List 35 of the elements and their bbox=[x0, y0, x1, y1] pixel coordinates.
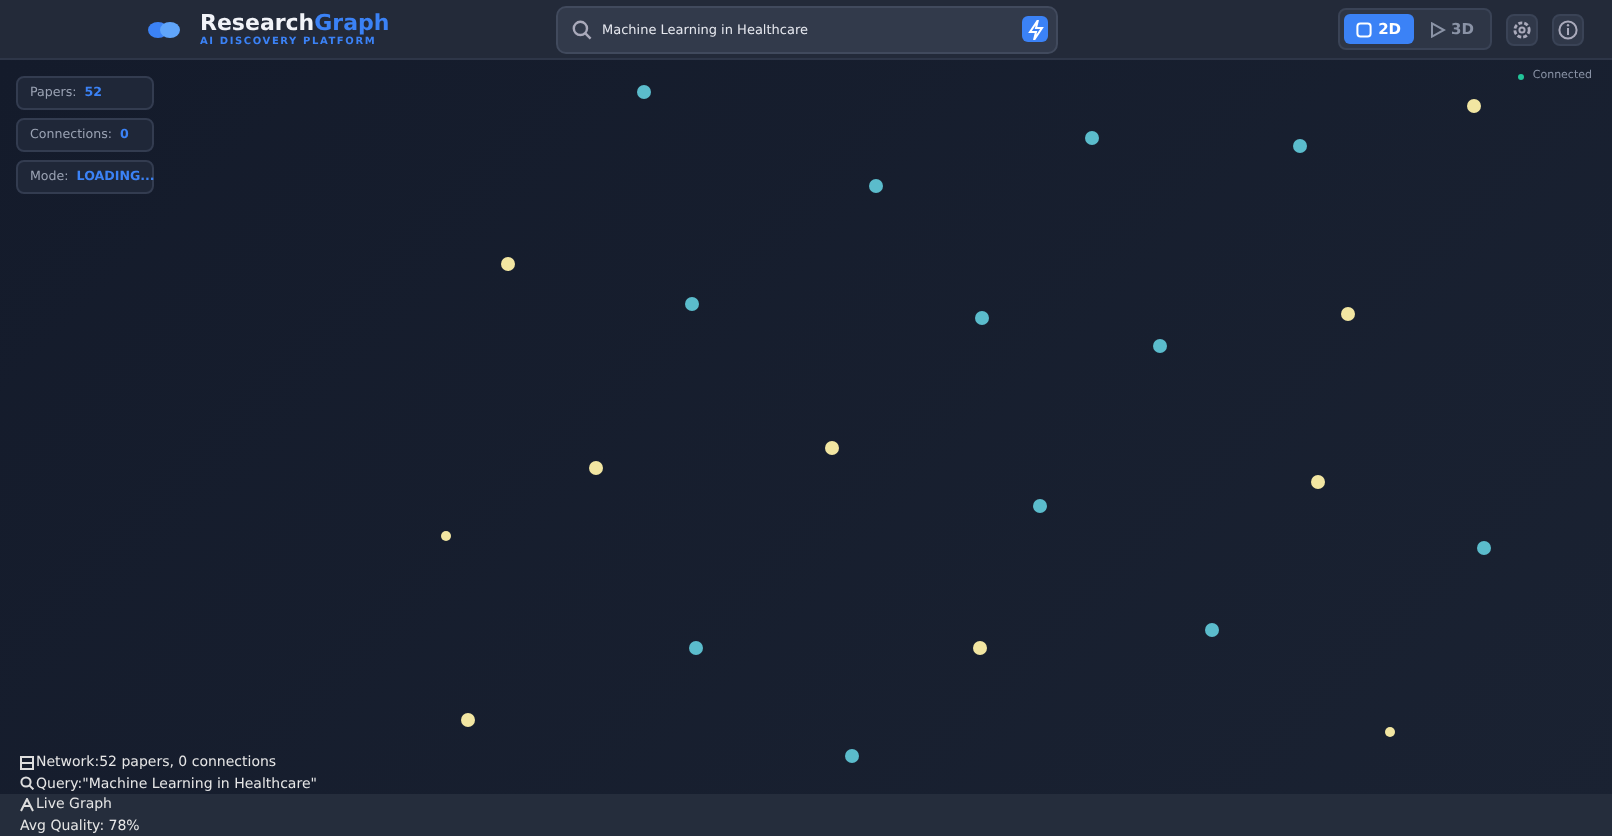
search-icon bbox=[20, 776, 34, 791]
graph-node[interactable] bbox=[461, 713, 475, 727]
graph-node[interactable] bbox=[589, 461, 603, 475]
play-icon bbox=[1429, 21, 1446, 37]
database-icon bbox=[20, 755, 34, 770]
graph-node[interactable] bbox=[825, 441, 839, 455]
settings-icon bbox=[1512, 19, 1532, 39]
graph-node[interactable] bbox=[501, 257, 515, 271]
graph-node[interactable] bbox=[1293, 139, 1307, 153]
logo-icon bbox=[148, 19, 180, 39]
graph-node[interactable] bbox=[1033, 499, 1047, 513]
graph-node[interactable] bbox=[689, 641, 703, 655]
graph-node[interactable] bbox=[1467, 99, 1481, 113]
square-icon bbox=[1356, 21, 1373, 37]
info-button[interactable] bbox=[1552, 13, 1584, 45]
lightning-icon bbox=[1025, 19, 1045, 39]
graph-node[interactable] bbox=[1311, 475, 1325, 489]
brand-name: ResearchGraph bbox=[200, 10, 390, 36]
info-icon bbox=[1558, 19, 1578, 39]
graph-node[interactable] bbox=[1205, 623, 1219, 637]
graph-node[interactable] bbox=[845, 749, 859, 763]
graph-node[interactable] bbox=[685, 297, 699, 311]
graph-node[interactable] bbox=[869, 179, 883, 193]
settings-button[interactable] bbox=[1506, 13, 1538, 45]
graph-node[interactable] bbox=[1477, 541, 1491, 555]
generate-button[interactable] bbox=[1022, 16, 1048, 42]
search-icon bbox=[572, 19, 592, 39]
graph-node[interactable] bbox=[1085, 131, 1099, 145]
graph-node[interactable] bbox=[441, 531, 451, 541]
graph-node[interactable] bbox=[1385, 727, 1395, 737]
graph-node[interactable] bbox=[1153, 339, 1167, 353]
graph-node[interactable] bbox=[975, 311, 989, 325]
graph-node[interactable] bbox=[637, 85, 651, 99]
graph-node[interactable] bbox=[973, 641, 987, 655]
graph-node[interactable] bbox=[1341, 307, 1355, 321]
